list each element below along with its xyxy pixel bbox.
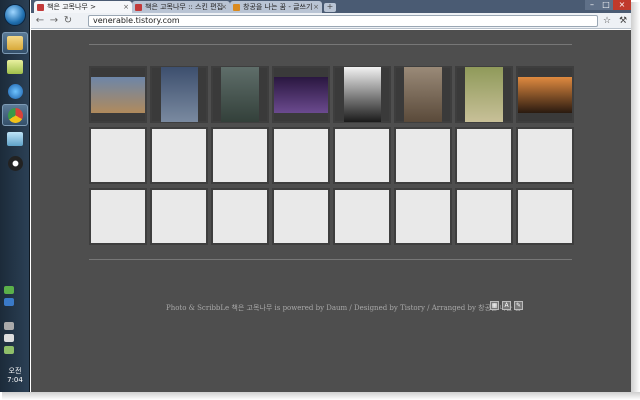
photo-thumbnail[interactable]: [394, 66, 452, 123]
photo-thumbnail[interactable]: [516, 66, 574, 123]
night-lightning-photo: [274, 76, 328, 113]
empty-thumbnail[interactable]: [394, 127, 452, 184]
help-tray-icon[interactable]: [4, 298, 14, 306]
folder-icon: [7, 36, 23, 50]
photo-thumbnail[interactable]: [272, 66, 330, 123]
empty-thumbnail[interactable]: [333, 188, 391, 245]
tab-title: 창공을 나는 꿈 - 글쓰기: [243, 3, 313, 11]
taskbar-explorer-button[interactable]: [2, 32, 28, 54]
blog-favicon-icon: [37, 3, 44, 11]
window-icon: [7, 132, 23, 146]
photo-thumbnail[interactable]: [211, 66, 269, 123]
footer-credits: Photo & ScribbLe 책은 고목나무 is powered by D…: [166, 304, 522, 312]
wrench-icon[interactable]: ⚒: [617, 15, 629, 27]
market-hall-photo: [465, 67, 503, 122]
forward-arrow-icon[interactable]: →: [48, 15, 60, 27]
empty-thumbnail[interactable]: [516, 188, 574, 245]
network-tray-icon[interactable]: [4, 286, 14, 294]
frame-shadow: [631, 2, 640, 400]
desert-ruins-photo: [91, 76, 145, 113]
battery-tray-icon[interactable]: [4, 346, 14, 354]
photo-thumbnail[interactable]: [333, 66, 391, 123]
empty-thumbnail[interactable]: [455, 127, 513, 184]
blog-favicon-icon: [135, 3, 142, 11]
minimize-button[interactable]: –: [585, 0, 599, 10]
empty-thumbnail[interactable]: [333, 127, 391, 184]
browser-tab-strip: 책은 고목나무 > × 책은 고목나무 :: 스킨 편집 × 창공을 나는 꿈 …: [31, 0, 631, 13]
close-icon[interactable]: ×: [313, 3, 319, 11]
reload-icon[interactable]: ↻: [62, 15, 74, 27]
write-icon[interactable]: ✎: [514, 301, 523, 310]
close-icon[interactable]: ×: [221, 3, 227, 11]
shadow-on-leaves-photo: [404, 67, 442, 122]
subway-interior-photo: [221, 67, 259, 122]
empty-thumbnail[interactable]: [150, 188, 208, 245]
maximize-button[interactable]: □: [599, 0, 613, 10]
media-player-icon: [7, 155, 23, 171]
browser-toolbar: ← → ↻ venerable.tistory.com ☆ ⚒: [31, 13, 631, 29]
empty-thumbnail[interactable]: [211, 127, 269, 184]
blog-page: Photo & ScribbLe 책은 고목나무 is powered by D…: [31, 30, 631, 392]
folder-icon: [7, 60, 23, 74]
window-close-button[interactable]: ×: [613, 0, 631, 10]
volume-tray-icon[interactable]: [4, 334, 14, 342]
tab-1[interactable]: 책은 고목나무 > ×: [34, 1, 132, 13]
empty-thumbnail[interactable]: [516, 127, 574, 184]
empty-thumbnail[interactable]: [272, 188, 330, 245]
rss-icon[interactable]: ▦: [490, 301, 499, 310]
taskbar-media-button[interactable]: [2, 152, 28, 174]
frame-shadow: [2, 392, 640, 400]
start-orb-icon[interactable]: [4, 4, 26, 26]
tab-title: 책은 고목나무 :: 스킨 편집: [145, 3, 224, 11]
admin-icon[interactable]: A: [502, 301, 511, 310]
bottom-divider: [89, 259, 572, 260]
bw-portrait-photo: [343, 67, 381, 122]
taskbar-window-button[interactable]: [2, 128, 28, 150]
taskbar-folder-button[interactable]: [2, 56, 28, 78]
top-divider: [89, 44, 572, 45]
photo-thumbnail[interactable]: [455, 66, 513, 123]
windows-taskbar: 오전 7:04: [0, 0, 30, 392]
empty-thumbnail[interactable]: [89, 188, 147, 245]
star-icon[interactable]: ☆: [601, 15, 613, 27]
close-icon[interactable]: ×: [123, 3, 129, 11]
empty-thumbnail[interactable]: [394, 188, 452, 245]
tab-2[interactable]: 책은 고목나무 :: 스킨 편집 ×: [132, 1, 230, 13]
sunset-silhouette-photo: [518, 76, 572, 113]
tab-title: 책은 고목나무 >: [47, 3, 96, 11]
empty-thumbnail[interactable]: [455, 188, 513, 245]
photo-thumbnail[interactable]: [89, 66, 147, 123]
city-street-photo: [160, 67, 198, 122]
address-bar[interactable]: venerable.tistory.com: [88, 15, 598, 27]
arrow-tray-icon[interactable]: [4, 322, 14, 330]
empty-thumbnail[interactable]: [150, 127, 208, 184]
taskbar-chrome-button[interactable]: [2, 104, 28, 126]
taskbar-clock[interactable]: 오전 7:04: [0, 366, 30, 384]
empty-thumbnail[interactable]: [211, 188, 269, 245]
taskbar-ie-button[interactable]: [2, 80, 28, 102]
back-arrow-icon[interactable]: ←: [34, 15, 46, 27]
tab-3[interactable]: 창공을 나는 꿈 - 글쓰기 ×: [230, 1, 322, 13]
empty-thumbnail[interactable]: [89, 127, 147, 184]
empty-thumbnail[interactable]: [272, 127, 330, 184]
ie-icon: [7, 83, 23, 99]
new-tab-button[interactable]: +: [324, 3, 336, 12]
chrome-icon: [7, 107, 23, 123]
blog-favicon-icon: [233, 3, 240, 11]
photo-thumbnail[interactable]: [150, 66, 208, 123]
